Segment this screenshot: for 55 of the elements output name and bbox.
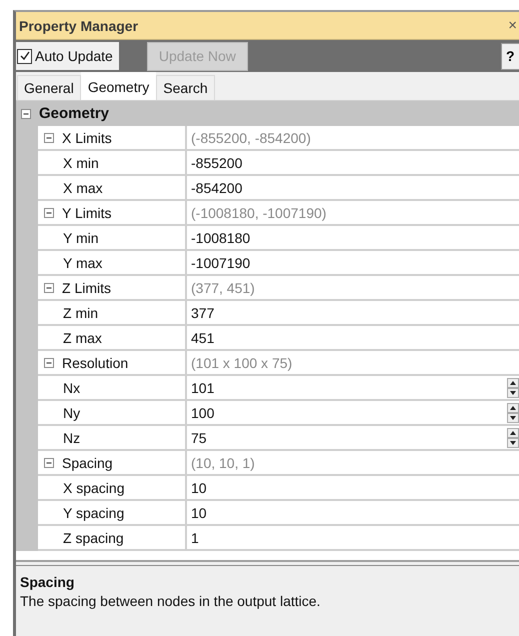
- help-button[interactable]: ?: [501, 42, 519, 70]
- property-value[interactable]: -855200: [191, 154, 242, 170]
- property-summary: (101 x 100 x 75): [191, 354, 292, 370]
- property-value[interactable]: -1008180: [191, 230, 250, 246]
- tab[interactable]: Search: [156, 75, 215, 100]
- property-value[interactable]: 101: [191, 380, 214, 396]
- property-name: Y min: [63, 230, 99, 246]
- property-value[interactable]: 10: [191, 480, 207, 496]
- property-summary: (377, 451): [191, 280, 255, 296]
- property-name: Spacing: [62, 454, 113, 470]
- property-name: Z min: [63, 304, 98, 320]
- description-text: The spacing between nodes in the output lattice.: [20, 593, 322, 609]
- collapse-icon[interactable]: [44, 208, 54, 218]
- property-name: Z max: [63, 330, 102, 346]
- property-name: Y max: [63, 254, 102, 270]
- property-value[interactable]: 75: [191, 430, 207, 446]
- checkmark-icon: [18, 50, 30, 62]
- property-name: Ny: [63, 404, 80, 420]
- property-value[interactable]: -1007190: [191, 254, 250, 270]
- collapse-icon[interactable]: [44, 282, 54, 292]
- tab[interactable]: Geometry: [80, 72, 156, 100]
- property-name: X max: [63, 180, 103, 196]
- collapse-icon[interactable]: [21, 108, 31, 118]
- window-title: Property Manager: [19, 18, 138, 34]
- close-button[interactable]: ×: [506, 17, 519, 34]
- property-value[interactable]: 377: [191, 304, 214, 320]
- category-label: Geometry: [39, 105, 110, 122]
- property-summary: (-1008180, -1007190): [191, 204, 326, 220]
- collapse-icon[interactable]: [44, 458, 54, 468]
- property-name: Nx: [63, 380, 80, 396]
- collapse-icon[interactable]: [44, 358, 54, 368]
- property-name: Y Limits: [62, 204, 112, 220]
- tab[interactable]: General: [17, 75, 81, 100]
- property-name: Z spacing: [63, 530, 124, 546]
- property-summary: (10, 10, 1): [191, 454, 255, 470]
- collapse-icon[interactable]: [44, 132, 54, 142]
- property-name: X min: [63, 154, 99, 170]
- property-name: Nz: [63, 430, 80, 446]
- property-value[interactable]: -854200: [191, 180, 242, 196]
- property-name: X Limits: [62, 130, 112, 146]
- checkbox[interactable]: [17, 48, 32, 64]
- property-summary: (-855200, -854200): [191, 130, 311, 146]
- spinner-icon[interactable]: [507, 402, 519, 422]
- property-name: Resolution: [62, 354, 128, 370]
- property-name: X spacing: [63, 480, 124, 496]
- auto-update-checkbox[interactable]: Auto Update: [16, 42, 119, 70]
- property-value[interactable]: 10: [191, 504, 207, 520]
- property-value[interactable]: 1: [191, 530, 199, 546]
- property-value[interactable]: 451: [191, 330, 214, 346]
- spinner-icon[interactable]: [507, 428, 519, 448]
- property-value[interactable]: 100: [191, 404, 214, 420]
- description-title: Spacing: [20, 574, 76, 590]
- property-name: Y spacing: [63, 504, 124, 520]
- spinner-icon[interactable]: [507, 378, 519, 398]
- property-name: Z Limits: [62, 280, 111, 296]
